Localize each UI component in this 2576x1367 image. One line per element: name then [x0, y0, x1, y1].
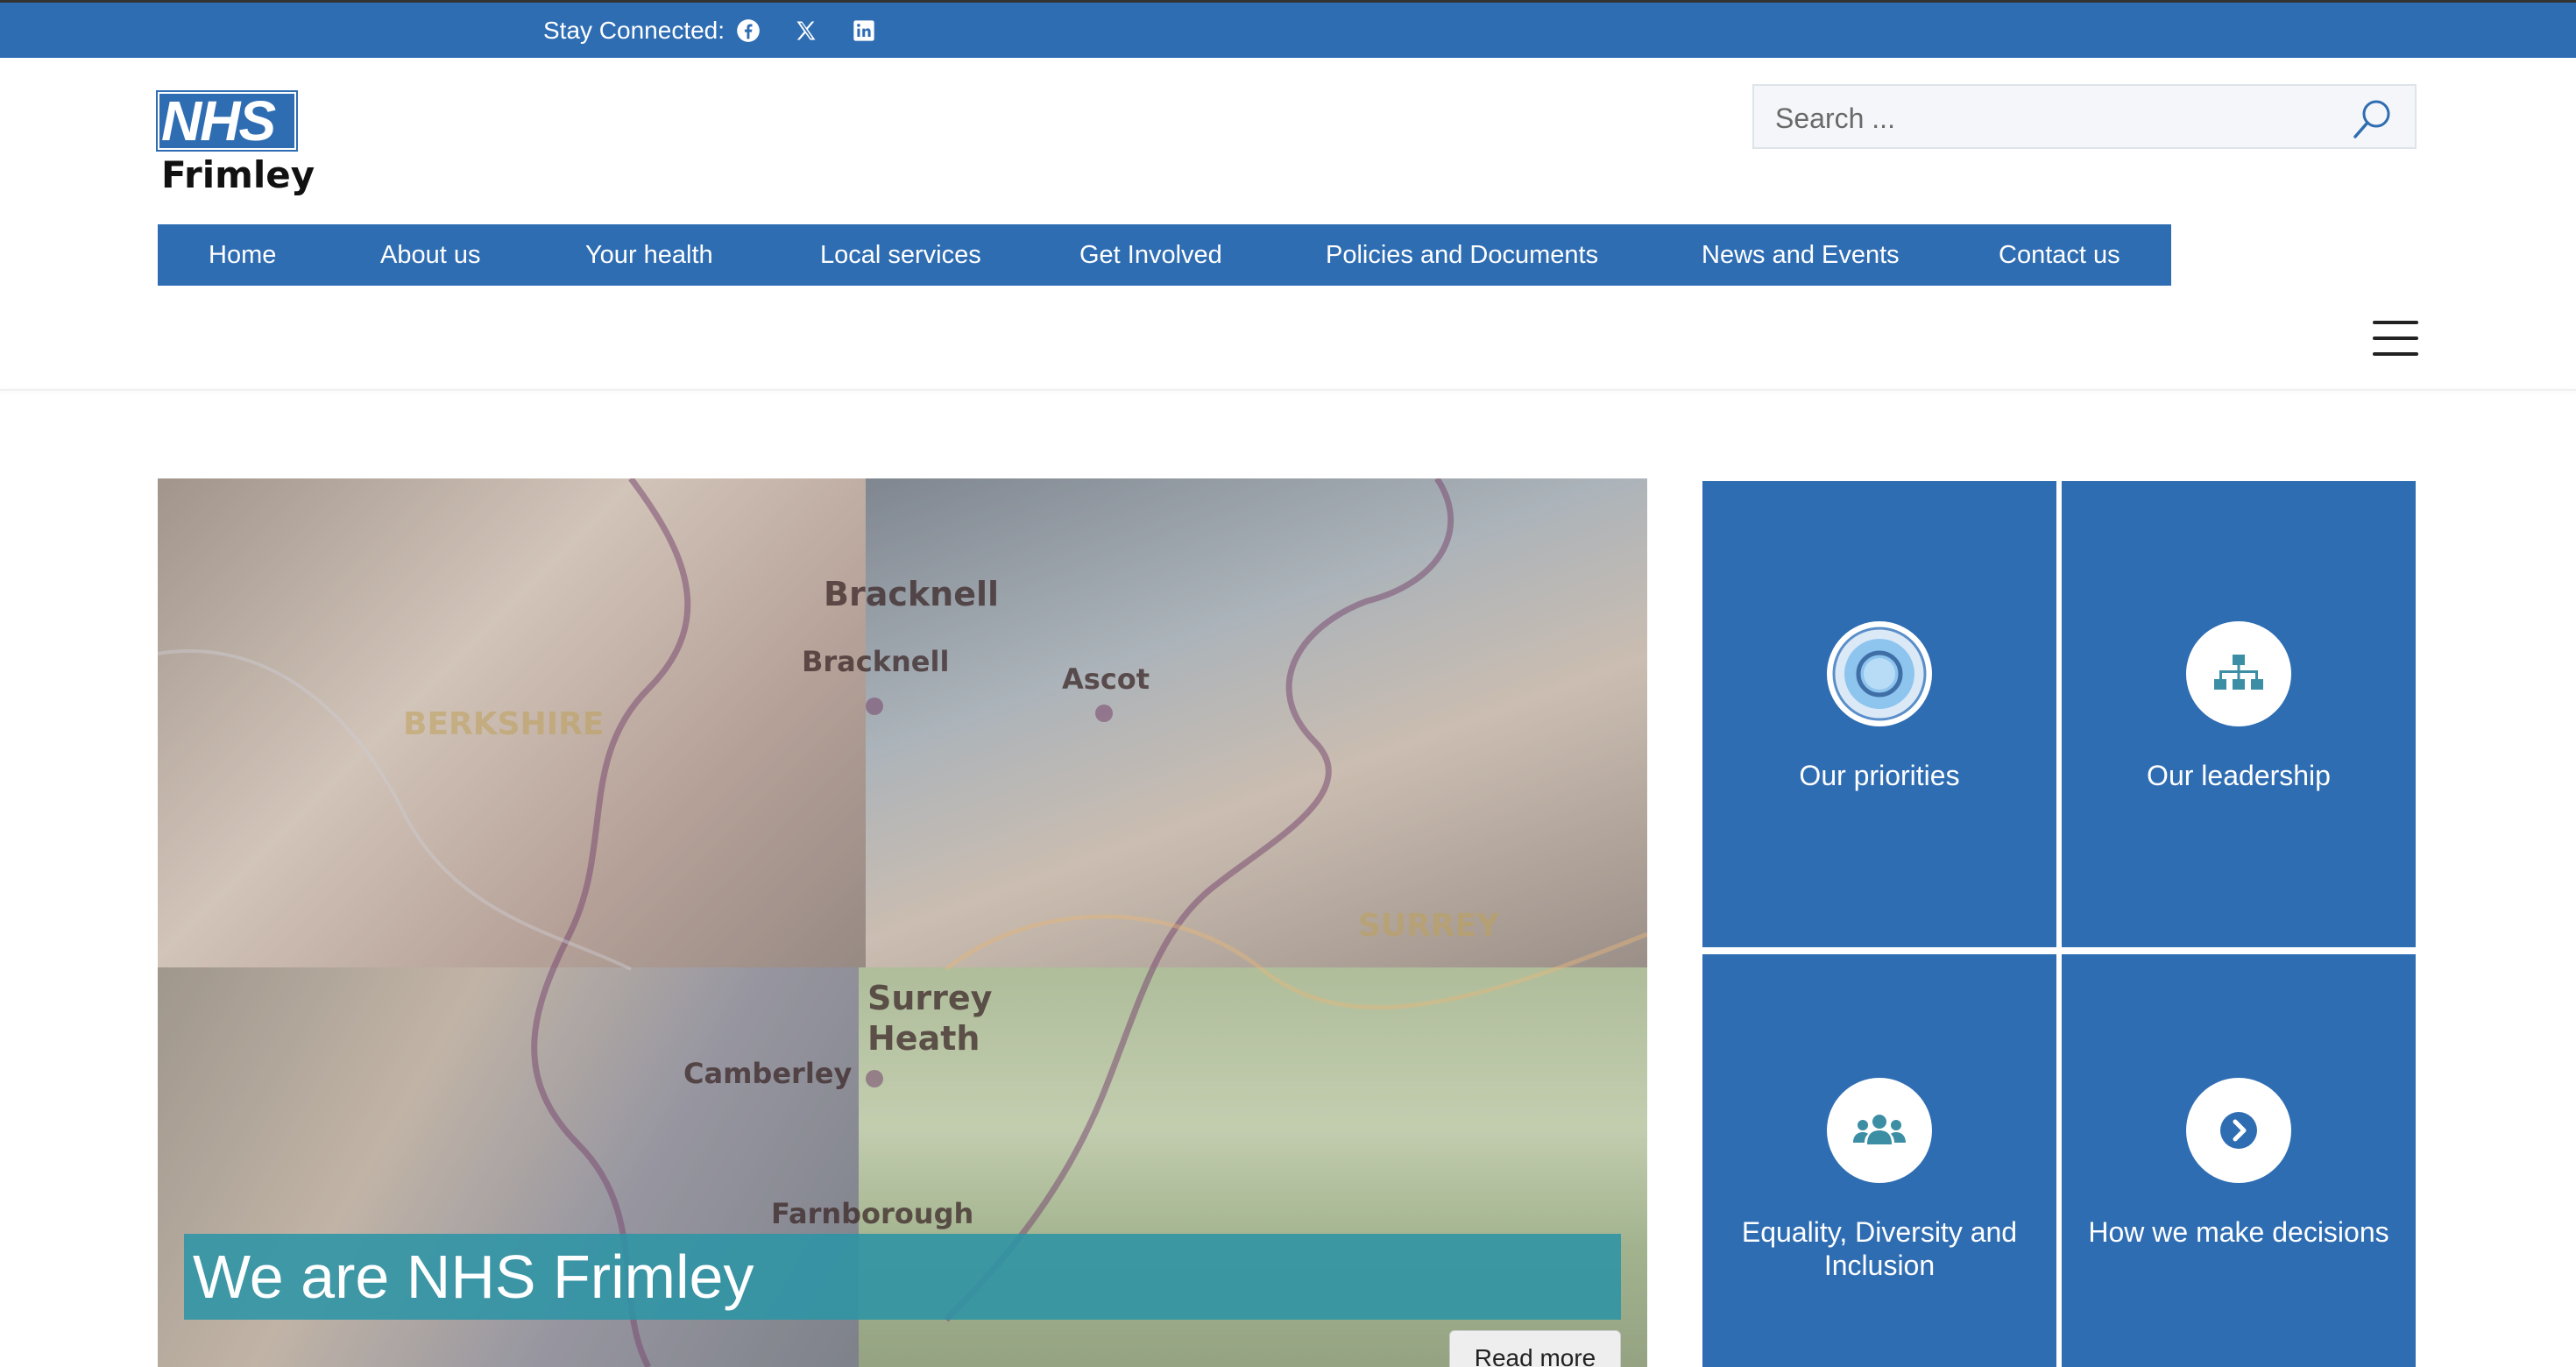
nav-home[interactable]: Home — [209, 224, 276, 286]
chevron-right-circle-icon — [2186, 1078, 2291, 1183]
map-label: Bracknell — [824, 575, 1000, 613]
nav-local-services[interactable]: Local services — [820, 224, 981, 286]
hero-title: We are NHS Frimley — [193, 1243, 754, 1311]
tile-our-leadership[interactable]: Our leadership — [2062, 481, 2416, 947]
hero-title-banner: We are NHS Frimley — [184, 1234, 1621, 1320]
nav-your-health[interactable]: Your health — [585, 224, 713, 286]
x-twitter-icon[interactable] — [791, 16, 821, 46]
org-chart-icon — [2186, 621, 2291, 726]
organisation-name: Frimley — [161, 153, 315, 196]
map-label: Camberley — [683, 1057, 853, 1090]
stay-connected-label: Stay Connected: — [543, 16, 725, 44]
tile-label: Our leadership — [2147, 760, 2331, 791]
people-icon — [1827, 1078, 1932, 1183]
tile-label: Our priorities — [1799, 760, 1960, 791]
linkedin-icon[interactable] — [849, 16, 879, 46]
map-label: Surrey Heath — [867, 979, 993, 1058]
menu-hamburger-icon[interactable] — [2373, 321, 2418, 356]
map-label: Ascot — [1062, 662, 1150, 696]
social-links: Stay Connected: — [543, 3, 879, 58]
nhs-logo-text: NHS — [161, 89, 276, 152]
nav-policies-and-documents[interactable]: Policies and Documents — [1326, 224, 1598, 286]
facebook-icon[interactable] — [733, 16, 763, 46]
nav-contact-us[interactable]: Contact us — [1999, 224, 2120, 286]
tile-how-we-make-decisions[interactable]: How we make decisions — [2062, 954, 2416, 1367]
tile-label: Equality, Diversity and Inclusion — [1741, 1216, 2018, 1281]
tile-our-priorities[interactable]: Our priorities — [1702, 481, 2056, 947]
tile-equality-diversity-inclusion[interactable]: Equality, Diversity and Inclusion — [1702, 954, 2056, 1367]
header-divider — [0, 389, 2576, 391]
search-input[interactable] — [1773, 96, 2320, 140]
target-icon — [1827, 621, 1932, 726]
nav-about-us[interactable]: About us — [380, 224, 480, 286]
nav-news-and-events[interactable]: News and Events — [1702, 224, 1900, 286]
search-box — [1752, 84, 2417, 149]
hero-carousel: Bracknell Bracknell Ascot BERKSHIRE SURR… — [158, 478, 1647, 1367]
map-label: BERKSHIRE — [403, 706, 605, 742]
map-label: Farnborough — [771, 1197, 974, 1230]
map-label: Bracknell — [802, 645, 950, 678]
read-more-button[interactable]: Read more — [1449, 1330, 1621, 1367]
nhs-frimley-logo[interactable]: NHS Frimley — [156, 89, 315, 202]
nav-get-involved[interactable]: Get Involved — [1079, 224, 1222, 286]
search-icon[interactable] — [2350, 96, 2396, 142]
main-navigation: Home About us Your health Local services… — [158, 224, 2171, 286]
top-bar: Stay Connected: — [0, 0, 2576, 58]
map-label: SURREY — [1358, 908, 1500, 944]
tile-label: How we make decisions — [2088, 1216, 2389, 1248]
